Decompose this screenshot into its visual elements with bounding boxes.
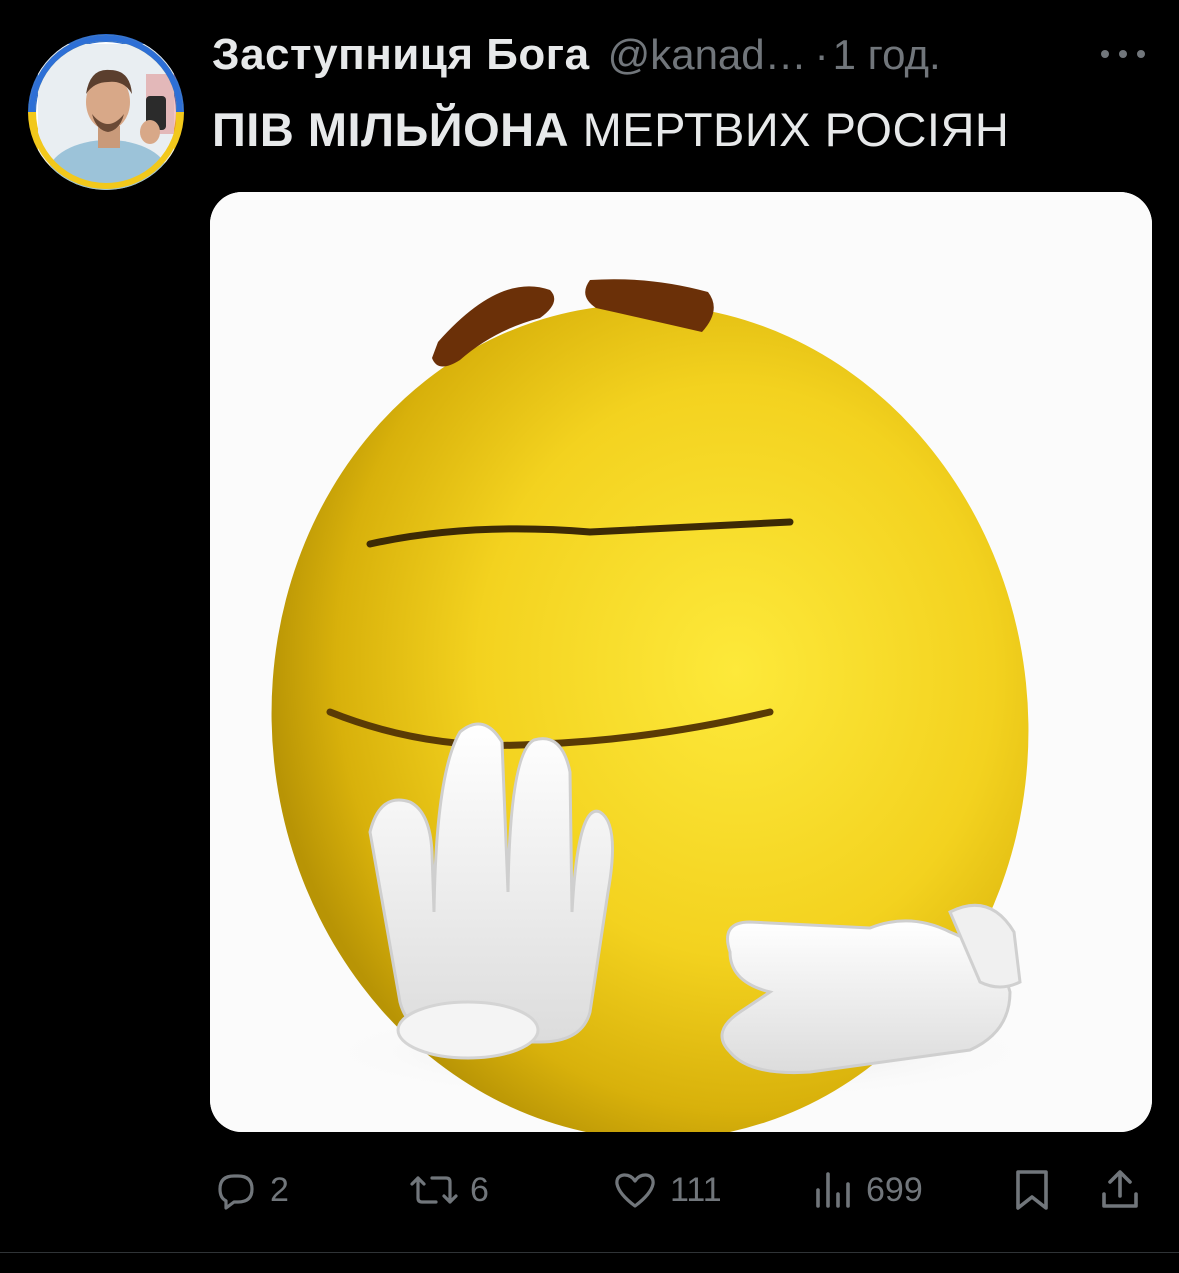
more-options-icon[interactable] — [1101, 46, 1145, 62]
tweet-media-image[interactable] — [210, 192, 1152, 1132]
tweet-actions: 2 6 111 699 — [212, 1162, 1152, 1218]
timestamp[interactable]: 1 год. — [833, 31, 941, 79]
reply-count: 2 — [270, 1170, 289, 1209]
avatar[interactable] — [28, 34, 184, 190]
tweet-text-rest: МЕРТВИХ РОСІЯН — [569, 103, 1010, 156]
bookmark-icon — [1016, 1170, 1048, 1210]
bookmark-button[interactable] — [1010, 1162, 1054, 1218]
share-icon — [1102, 1170, 1138, 1208]
author-handle[interactable]: @kanad… — [608, 31, 807, 79]
tweet: Заступниця Бога @kanad… · 1 год. ПІВ МІЛ… — [0, 0, 1179, 1273]
separator-dot: · — [814, 31, 829, 78]
heart-icon — [615, 1173, 655, 1208]
reply-button[interactable]: 2 — [212, 1162, 289, 1218]
repost-count: 6 — [470, 1170, 489, 1209]
views-count: 699 — [866, 1170, 923, 1209]
views-button[interactable]: 699 — [812, 1162, 923, 1218]
like-button[interactable]: 111 — [610, 1162, 722, 1218]
reply-icon — [218, 1174, 254, 1210]
like-count: 111 — [670, 1170, 722, 1209]
share-button[interactable] — [1098, 1162, 1142, 1218]
right-glove-hand — [720, 903, 1022, 1075]
repost-icon — [410, 1176, 458, 1204]
author-display-name[interactable]: Заступниця Бога — [212, 30, 590, 80]
divider — [0, 1252, 1179, 1253]
tweet-text-bold: ПІВ МІЛЬЙОНА — [212, 103, 570, 156]
repost-button[interactable]: 6 — [408, 1162, 489, 1218]
tweet-text: ПІВ МІЛЬЙОНА МЕРТВИХ РОСІЯН — [212, 102, 1009, 157]
smiley-emoji-illustration — [210, 192, 1152, 1132]
views-icon — [816, 1172, 850, 1208]
tweet-header: Заступниця Бога @kanad… · 1 год. — [212, 30, 1139, 90]
